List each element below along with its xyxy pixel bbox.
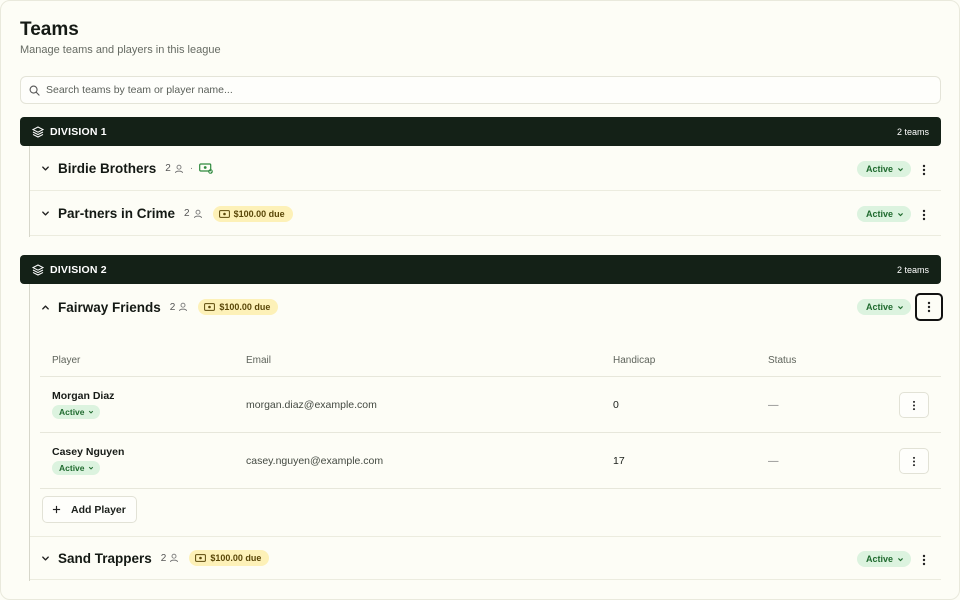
member-count: 2 — [170, 302, 189, 313]
member-count: 2 — [161, 553, 180, 564]
status-dropdown[interactable]: Active — [856, 206, 911, 222]
due-badge: $100.00 due — [189, 550, 270, 566]
status-dropdown[interactable]: Active — [856, 551, 911, 567]
add-player-button[interactable]: Add Player — [42, 496, 137, 523]
chevron-down-icon — [88, 410, 93, 414]
player-status-dropdown[interactable]: Active — [52, 460, 100, 475]
player-menu-button[interactable] — [899, 448, 929, 474]
page-subtitle: Manage teams and players in this league — [20, 44, 221, 56]
more-vertical-icon — [927, 301, 931, 313]
more-vertical-icon — [922, 209, 926, 221]
table-row[interactable]: Morgan Diaz Active morgan.diaz@example.c… — [40, 377, 941, 433]
team-menu-button[interactable] — [915, 293, 943, 321]
chevron-down-icon — [898, 305, 903, 309]
add-player-label: Add Player — [71, 503, 126, 516]
division-name: DIVISION 2 — [50, 263, 107, 276]
team-row-partners-in-crime[interactable]: Par-tners in Crime 2 $100.00 due Active — [30, 192, 941, 236]
table-header: Player Email Handicap Status — [40, 344, 941, 377]
user-icon — [170, 553, 179, 563]
more-vertical-icon — [912, 400, 916, 410]
team-row-sand-trappers[interactable]: Sand Trappers 2 $100.00 due Active — [30, 536, 941, 580]
player-handicap: 0 — [613, 398, 619, 411]
player-status-dropdown[interactable]: Active — [52, 404, 100, 419]
search-icon — [29, 85, 40, 96]
chevron-down-icon[interactable] — [41, 209, 51, 218]
player-cell: Morgan Diaz Active — [40, 390, 246, 420]
search-input[interactable] — [46, 77, 940, 103]
player-email: casey.nguyen@example.com — [246, 454, 384, 467]
team-name[interactable]: Sand Trappers — [58, 551, 152, 566]
team-row-birdie-brothers[interactable]: Birdie Brothers 2 · Active — [30, 147, 941, 191]
due-badge: $100.00 due — [212, 205, 293, 222]
paid-money-icon — [199, 163, 213, 174]
chevron-down-icon[interactable] — [41, 554, 51, 563]
chevron-down-icon — [898, 212, 903, 216]
column-header-handicap: Handicap — [613, 354, 656, 366]
player-cell: Casey Nguyen Active — [40, 446, 246, 476]
team-name[interactable]: Fairway Friends — [58, 300, 161, 315]
due-badge: $100.00 due — [198, 299, 279, 315]
status-dropdown[interactable]: Active — [856, 161, 911, 177]
team-name[interactable]: Birdie Brothers — [58, 161, 156, 176]
more-vertical-icon — [922, 554, 926, 566]
page-title: Teams — [20, 19, 79, 40]
separator-dot: · — [189, 163, 194, 174]
division-team-count: 2 teams — [896, 264, 929, 275]
players-table: Player Email Handicap Status Morgan Diaz… — [40, 344, 941, 489]
team-menu-button[interactable] — [913, 159, 935, 181]
team-name[interactable]: Par-tners in Crime — [58, 206, 175, 221]
chevron-up-icon[interactable] — [41, 303, 51, 312]
chevron-down-icon — [88, 466, 93, 470]
column-header-email: Email — [246, 354, 272, 366]
player-name: Casey Nguyen — [52, 445, 125, 458]
money-icon — [204, 303, 216, 311]
layers-icon — [32, 125, 44, 138]
division-header-2[interactable]: DIVISION 2 2 teams — [20, 255, 941, 284]
column-header-status: Status — [768, 354, 797, 366]
chevron-down-icon[interactable] — [41, 164, 51, 173]
team-menu-button[interactable] — [913, 204, 935, 226]
player-status-text: — — [768, 454, 779, 467]
division-name: DIVISION 1 — [50, 125, 107, 138]
team-row-fairway-friends[interactable]: Fairway Friends 2 $100.00 due Active — [30, 285, 943, 329]
table-row[interactable]: Casey Nguyen Active casey.nguyen@example… — [40, 433, 941, 489]
member-count: 2 — [165, 163, 184, 174]
plus-icon — [52, 505, 61, 514]
money-icon — [218, 209, 230, 218]
chevron-down-icon — [898, 167, 903, 171]
player-name: Morgan Diaz — [52, 389, 115, 402]
division-header-1[interactable]: DIVISION 1 2 teams — [20, 117, 941, 146]
user-icon — [193, 209, 202, 218]
player-email: morgan.diaz@example.com — [246, 398, 377, 411]
user-icon — [174, 164, 183, 173]
division-team-count: 2 teams — [896, 126, 929, 137]
search-box[interactable] — [20, 76, 941, 104]
more-vertical-icon — [912, 456, 916, 466]
member-count: 2 — [184, 208, 203, 219]
column-header-player: Player — [52, 354, 81, 366]
user-icon — [179, 302, 188, 312]
player-status-text: — — [768, 398, 779, 411]
chevron-down-icon — [898, 557, 903, 561]
layers-icon — [32, 263, 44, 276]
team-menu-button[interactable] — [913, 549, 935, 571]
player-handicap: 17 — [613, 454, 625, 467]
status-dropdown[interactable]: Active — [856, 299, 911, 315]
player-menu-button[interactable] — [899, 392, 929, 418]
money-icon — [195, 554, 207, 562]
more-vertical-icon — [922, 164, 926, 176]
teams-page: Teams Manage teams and players in this l… — [0, 0, 960, 600]
